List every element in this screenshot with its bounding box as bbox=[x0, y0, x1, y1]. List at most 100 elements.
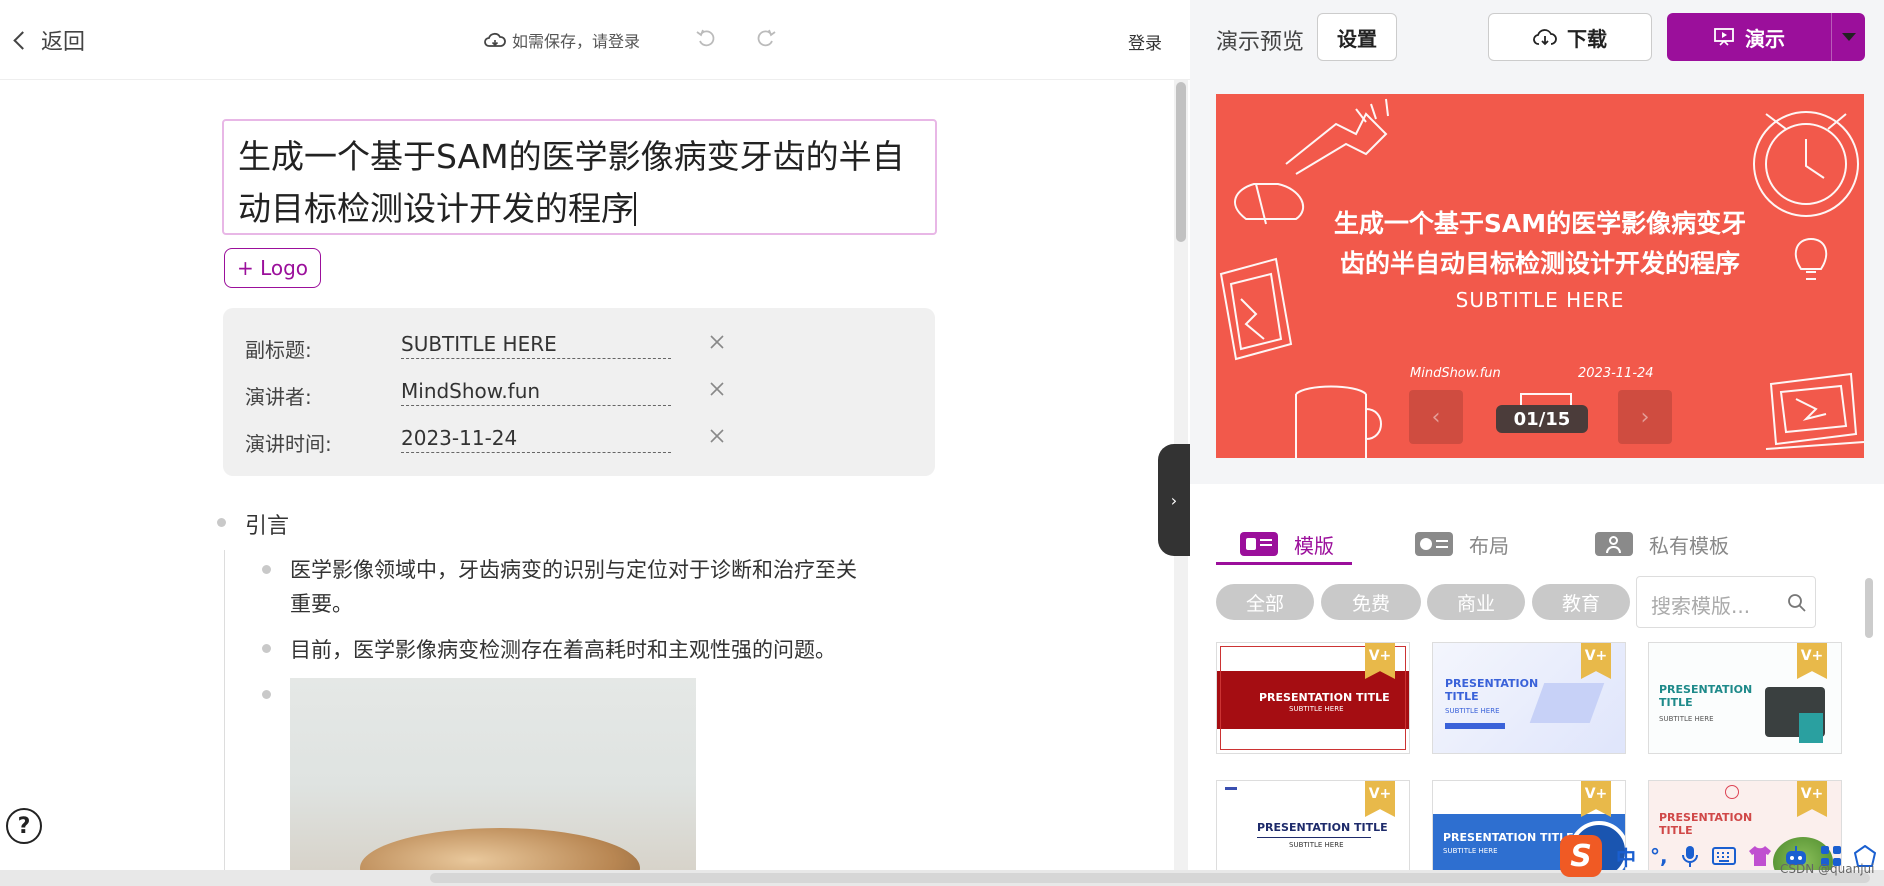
filter-chip-free[interactable]: 免费 bbox=[1321, 584, 1421, 620]
template-search-input[interactable]: 搜索模版... bbox=[1636, 576, 1816, 628]
punctuation-icon[interactable]: °, bbox=[1650, 844, 1668, 868]
card-subtitle: SUBTITLE HERE bbox=[1445, 707, 1500, 715]
template-card[interactable]: PRESENTATION TITLE SUBTITLE HERE V+ bbox=[1432, 642, 1626, 754]
tab-private-templates[interactable]: 私有模板 bbox=[1595, 524, 1729, 564]
close-icon[interactable] bbox=[707, 332, 727, 352]
ime-mode-toggle[interactable]: 中 bbox=[1616, 842, 1636, 871]
vip-badge: V+ bbox=[1581, 781, 1611, 817]
scrollbar-thumb[interactable] bbox=[1865, 578, 1873, 638]
redo-icon[interactable] bbox=[754, 26, 778, 50]
settings-button[interactable]: 设置 bbox=[1317, 13, 1397, 61]
collapse-panel-button[interactable]: › bbox=[1158, 444, 1190, 556]
help-button[interactable]: ? bbox=[6, 808, 42, 844]
outline-bullet[interactable] bbox=[217, 518, 226, 527]
save-hint[interactable]: 如需保存，请登录 bbox=[484, 28, 640, 52]
subtitle-field[interactable]: SUBTITLE HERE bbox=[401, 332, 671, 359]
cloud-download-icon bbox=[1533, 29, 1557, 46]
vip-badge: V+ bbox=[1365, 781, 1395, 817]
outline-item[interactable]: 目前，医学影像病变检测存在着高耗时和主观性强的问题。 bbox=[290, 634, 836, 664]
cat-photo bbox=[360, 828, 640, 870]
outline-item-continued[interactable]: 重要。 bbox=[290, 588, 353, 618]
back-button[interactable]: 返回 bbox=[10, 24, 85, 56]
watermark: CSDN @quanjui bbox=[1780, 862, 1875, 876]
card-title: PRESENTATION TITLE bbox=[1445, 677, 1539, 703]
template-scrollbar[interactable] bbox=[1862, 576, 1876, 876]
card-title: PRESENTATION TITLE bbox=[1257, 821, 1388, 834]
card-subtitle: SUBTITLE HERE bbox=[1443, 847, 1498, 855]
slide-preview[interactable]: 生成一个基于SAM的医学影像病变牙 齿的半自动目标检测设计开发的程序 SUBTI… bbox=[1216, 94, 1864, 458]
chevron-right-icon: › bbox=[1170, 490, 1178, 510]
top-bar: 返回 如需保存，请登录 登录 bbox=[0, 0, 1190, 80]
outline-bullet[interactable] bbox=[262, 565, 271, 574]
meta-label: 演讲时间: bbox=[245, 432, 332, 456]
filter-chip-education[interactable]: 教育 bbox=[1532, 584, 1630, 620]
undo-icon[interactable] bbox=[694, 26, 718, 50]
back-label: 返回 bbox=[41, 30, 86, 55]
tab-label: 私有模板 bbox=[1649, 533, 1729, 558]
add-logo-button[interactable]: + Logo bbox=[224, 248, 321, 288]
slide-title-line: 生成一个基于SAM的医学影像病变牙 bbox=[1333, 209, 1747, 238]
card-title: PRESENTATION TITLE bbox=[1443, 831, 1574, 844]
present-button[interactable]: 演示 bbox=[1667, 13, 1831, 61]
layout-icon bbox=[1415, 532, 1453, 556]
preview-panel: 演示预览 设置 下载 演示 生成一个基于SAM的医学影像病变牙 齿的半自动目标检… bbox=[1190, 0, 1884, 886]
present-dropdown-button[interactable] bbox=[1831, 13, 1865, 61]
close-icon[interactable] bbox=[707, 379, 727, 399]
slide-presenter: MindShow.fun bbox=[1410, 366, 1501, 381]
sogou-ime-logo[interactable]: S bbox=[1560, 835, 1602, 877]
editor-pane: 返回 如需保存，请登录 登录 生成一个基于SAM的医学影像病变牙齿的半自动目标检… bbox=[0, 0, 1190, 886]
meta-label: 演讲者: bbox=[245, 385, 312, 409]
present-label: 演示 bbox=[1745, 26, 1785, 51]
download-label: 下载 bbox=[1567, 26, 1607, 51]
chevron-left-icon: ‹ bbox=[1431, 404, 1441, 430]
slide-date: 2023-11-24 bbox=[1578, 366, 1654, 381]
login-link[interactable]: 登录 bbox=[1128, 29, 1162, 54]
microphone-icon[interactable] bbox=[1681, 844, 1698, 868]
prev-slide-button[interactable]: ‹ bbox=[1409, 390, 1463, 444]
template-icon bbox=[1240, 532, 1278, 556]
date-field[interactable]: 2023-11-24 bbox=[401, 426, 671, 453]
slide-subtitle: SUBTITLE HERE bbox=[1455, 288, 1625, 312]
user-template-icon bbox=[1595, 532, 1633, 556]
preview-label: 演示预览 bbox=[1216, 30, 1305, 55]
presentation-icon bbox=[1714, 28, 1734, 46]
filter-chip-commercial[interactable]: 商业 bbox=[1427, 584, 1525, 620]
outline-item[interactable]: 医学影像领域中，牙齿病变的识别与定位对于诊断和治疗至关 bbox=[290, 554, 857, 584]
title-text: 生成一个基于SAM的医学影像病变牙齿的半自动目标检测设计开发的程序 bbox=[238, 137, 905, 228]
search-icon[interactable] bbox=[1787, 593, 1807, 613]
outline-bullet[interactable] bbox=[262, 644, 271, 653]
scrollbar-thumb[interactable] bbox=[1176, 82, 1186, 242]
next-slide-button[interactable]: › bbox=[1618, 390, 1672, 444]
title-input[interactable]: 生成一个基于SAM的医学影像病变牙齿的半自动目标检测设计开发的程序 bbox=[222, 119, 937, 235]
card-subtitle: SUBTITLE HERE bbox=[1289, 841, 1344, 849]
tab-label: 布局 bbox=[1469, 533, 1509, 558]
outline-section-title[interactable]: 引言 bbox=[245, 508, 289, 540]
tab-templates[interactable]: 模版 bbox=[1240, 524, 1334, 564]
outline-image[interactable] bbox=[290, 678, 696, 870]
card-title: PRESENTATION TITLE bbox=[1659, 683, 1753, 709]
card-subtitle: SUBTITLE HERE bbox=[1289, 705, 1344, 713]
filter-chip-all[interactable]: 全部 bbox=[1216, 584, 1314, 620]
save-hint-text: 如需保存，请登录 bbox=[512, 32, 641, 51]
page-indicator: 01/15 bbox=[1496, 405, 1588, 433]
card-title: PRESENTATION TITLE bbox=[1259, 691, 1390, 704]
template-card[interactable]: PRESENTATION TITLE SUBTITLE HERE V+ bbox=[1216, 642, 1410, 754]
presenter-field[interactable]: MindShow.fun bbox=[401, 379, 671, 406]
tab-layout[interactable]: 布局 bbox=[1415, 524, 1509, 564]
close-icon[interactable] bbox=[707, 426, 727, 446]
keyboard-icon[interactable] bbox=[1711, 847, 1736, 865]
meta-row-subtitle: 副标题: SUBTITLE HERE bbox=[245, 328, 925, 364]
search-placeholder: 搜索模版... bbox=[1651, 594, 1751, 618]
vip-badge: V+ bbox=[1797, 781, 1827, 817]
caret-down-icon bbox=[1841, 33, 1856, 41]
app-root: { "topbar": { "back_label": "返回", "save_… bbox=[0, 0, 1884, 886]
outline-guide-line bbox=[224, 550, 225, 870]
skin-icon[interactable] bbox=[1748, 845, 1772, 867]
vip-badge: V+ bbox=[1797, 643, 1827, 679]
text-caret bbox=[634, 192, 636, 226]
meta-label: 副标题: bbox=[245, 338, 312, 362]
download-button[interactable]: 下载 bbox=[1488, 13, 1652, 61]
template-card[interactable]: PRESENTATION TITLE SUBTITLE HERE V+ bbox=[1648, 642, 1842, 754]
meta-row-date: 演讲时间: 2023-11-24 bbox=[245, 422, 925, 458]
outline-bullet[interactable] bbox=[262, 690, 271, 699]
